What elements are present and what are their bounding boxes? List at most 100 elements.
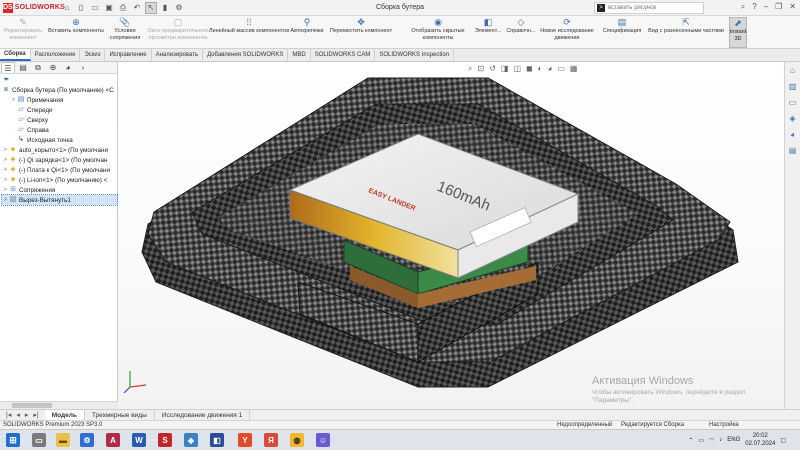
move-component-button[interactable]: ✥ Переместить компонент: [329, 17, 393, 35]
tree-item-annotations[interactable]: > ▤ Примечания: [2, 95, 117, 105]
tree-item-mates[interactable]: > ⊞ Сопряжения: [2, 185, 117, 195]
language-indicator[interactable]: ENG: [727, 437, 740, 443]
expand-icon[interactable]: >: [2, 177, 9, 183]
expand-icon[interactable]: >: [2, 197, 9, 203]
tree-item-part[interactable]: > ◈ (-) Qi зарядка<1> (По умолчан: [2, 155, 117, 165]
options-icon[interactable]: ⚙: [174, 3, 184, 13]
edit-component-button[interactable]: ✎ Редактировать компонент: [2, 17, 44, 41]
feature-tree-tab-icon[interactable]: ☰: [1, 62, 15, 73]
show-hidden-tray-icon[interactable]: ⌃: [688, 437, 693, 444]
horizontal-scrollbar[interactable]: [0, 401, 118, 409]
expand-icon[interactable]: >: [10, 97, 17, 103]
settings-label[interactable]: Настройка: [709, 422, 739, 428]
new-document-icon[interactable]: ▯: [76, 3, 86, 13]
graphics-area[interactable]: ⌕ ⊡ ↺ ◨ ◫ ◼ ◐ ◕ ▭ ▦ 160mAh EASY LANDER А…: [118, 62, 784, 409]
bill-of-materials-button[interactable]: ▤ Спецификация: [600, 17, 644, 35]
close-icon[interactable]: ✕: [789, 2, 796, 12]
remote-desktop-taskbar-icon[interactable]: ◈: [184, 433, 198, 447]
tab-mbd[interactable]: MBD: [288, 49, 311, 61]
scrollbar-thumb[interactable]: [12, 403, 52, 408]
minimize-icon[interactable]: –: [764, 2, 768, 12]
chrome-taskbar-icon[interactable]: ◍: [290, 433, 304, 447]
tab-model[interactable]: Модель: [44, 410, 85, 420]
tree-item-cut-extrude[interactable]: > ▧ Вырез-Вытянуть1: [1, 194, 118, 206]
file-explorer-taskbar-icon[interactable]: ▬: [56, 433, 70, 447]
tab-evaluate[interactable]: Анализировать: [152, 49, 204, 61]
discord-taskbar-icon[interactable]: ☺: [316, 433, 330, 447]
clock[interactable]: 20:02 02.07.2024: [745, 432, 775, 448]
print-icon[interactable]: ⎙: [118, 3, 128, 13]
tree-item-top-plane[interactable]: ▱ Сверху: [2, 115, 117, 125]
yandex-app-taskbar-icon[interactable]: Я: [264, 433, 278, 447]
custom-properties-icon[interactable]: ▤: [788, 146, 798, 156]
undo-icon[interactable]: ↶: [132, 3, 142, 13]
solidworks-resources-icon[interactable]: ⌂: [788, 66, 798, 76]
tree-item-right-plane[interactable]: ▱ Справа: [2, 125, 117, 135]
tree-item-part[interactable]: > ◈ (-) Плата к Qi<1> (По умолчани: [2, 165, 117, 175]
volume-icon[interactable]: ♪: [719, 437, 722, 443]
tab-cam[interactable]: SOLIDWORKS CAM: [311, 49, 376, 61]
reference-geometry-button[interactable]: ◇ Справочн...: [505, 17, 537, 35]
filter-icon[interactable]: ⏷: [0, 74, 117, 85]
tab-inspection[interactable]: SOLIDWORKS Inspection: [375, 49, 455, 61]
yandex-browser-taskbar-icon[interactable]: Y: [238, 433, 252, 447]
windows-start-icon[interactable]: ⊞: [6, 433, 20, 447]
rebuild-icon[interactable]: ▮: [160, 3, 170, 13]
property-manager-tab-icon[interactable]: ▤: [16, 62, 30, 73]
assembly-feature-button[interactable]: ◧ Элемент...: [472, 17, 504, 35]
notifications-icon[interactable]: ▢: [780, 437, 786, 444]
smart-fasteners-button[interactable]: ⚲ Автокрепежи: [287, 17, 327, 35]
display-manager-tab-icon[interactable]: ◕: [61, 62, 75, 73]
tab-assembly[interactable]: Сборка: [0, 49, 31, 61]
expand-icon[interactable]: >: [2, 187, 9, 193]
task-view-icon[interactable]: ▭: [32, 433, 46, 447]
show-hidden-button[interactable]: ◉ Отобразить скрытые компоненты: [408, 17, 468, 41]
solidworks-taskbar-icon[interactable]: S: [158, 433, 172, 447]
select-pointer-icon[interactable]: ↖: [145, 1, 157, 14]
home-icon[interactable]: ⌂: [62, 3, 72, 13]
tree-item-part[interactable]: > ◈ auto_корыто<1> (По умолчани: [2, 145, 117, 155]
view-palette-icon[interactable]: ◈: [788, 114, 798, 124]
help-icon[interactable]: ?: [752, 2, 756, 12]
last-tab-icon[interactable]: ▸|: [33, 411, 38, 419]
assembly-model[interactable]: 160mAh EASY LANDER: [118, 62, 784, 409]
panel-forward-icon[interactable]: ›: [76, 62, 90, 73]
tab-3d-views[interactable]: Трехмерные виды: [85, 410, 155, 420]
prev-tab-icon[interactable]: ◂: [16, 411, 20, 419]
instant-3d-button[interactable]: ⬈ Instant 3D: [729, 17, 747, 48]
expand-icon[interactable]: >: [2, 167, 9, 173]
insert-components-button[interactable]: ⊕ Вставить компоненты: [46, 17, 106, 35]
tree-item-origin[interactable]: ↳ Исходная точка: [2, 135, 117, 145]
access-taskbar-icon[interactable]: A: [106, 433, 120, 447]
tab-addins[interactable]: Добавления SOLIDWORKS: [203, 49, 289, 61]
settings-taskbar-icon[interactable]: ⚙: [80, 433, 94, 447]
word-taskbar-icon[interactable]: W: [132, 433, 146, 447]
mate-button[interactable]: 📎 Условия сопряжения: [106, 17, 144, 41]
expand-icon[interactable]: >: [2, 157, 9, 163]
tab-markup[interactable]: Исправление: [105, 49, 152, 61]
search-icon[interactable]: ⌕: [741, 2, 745, 12]
tree-item-part[interactable]: > ◈ (-) Li-ion<1> (По умолчанию) <: [2, 175, 117, 185]
exploded-view-button[interactable]: ⇱ Вид с разнесенными частями: [646, 17, 726, 35]
vscode-taskbar-icon[interactable]: ◧: [210, 433, 224, 447]
tree-item-front-plane[interactable]: ▱ Спереди: [2, 105, 117, 115]
first-tab-icon[interactable]: |◂: [6, 411, 11, 419]
search-input[interactable]: [608, 5, 688, 11]
design-library-icon[interactable]: ▥: [788, 82, 798, 92]
tree-root-assembly[interactable]: ⧈ Сборка бутера (По умолчанию) <С: [2, 85, 117, 95]
save-icon[interactable]: ▣: [104, 3, 114, 13]
tab-layout[interactable]: Расположение: [31, 49, 81, 61]
expand-icon[interactable]: >: [2, 147, 9, 153]
dimxpert-tab-icon[interactable]: ⊕: [46, 62, 60, 73]
configuration-manager-tab-icon[interactable]: ⧉: [31, 62, 45, 73]
next-tab-icon[interactable]: ▸: [25, 411, 29, 419]
open-icon[interactable]: ▭: [90, 3, 100, 13]
network-icon[interactable]: ▭: [698, 437, 704, 444]
tab-motion-study[interactable]: Исследование движения 1: [155, 410, 251, 420]
restore-icon[interactable]: ❐: [775, 2, 782, 12]
appearances-icon[interactable]: ◕: [788, 130, 798, 140]
file-explorer-icon[interactable]: ▭: [788, 98, 798, 108]
tab-sketch[interactable]: Эскиз: [80, 49, 106, 61]
wifi-icon[interactable]: ◠: [709, 437, 714, 444]
linear-pattern-button[interactable]: ⁞⁞ Линейный массив компонентов: [209, 17, 289, 35]
